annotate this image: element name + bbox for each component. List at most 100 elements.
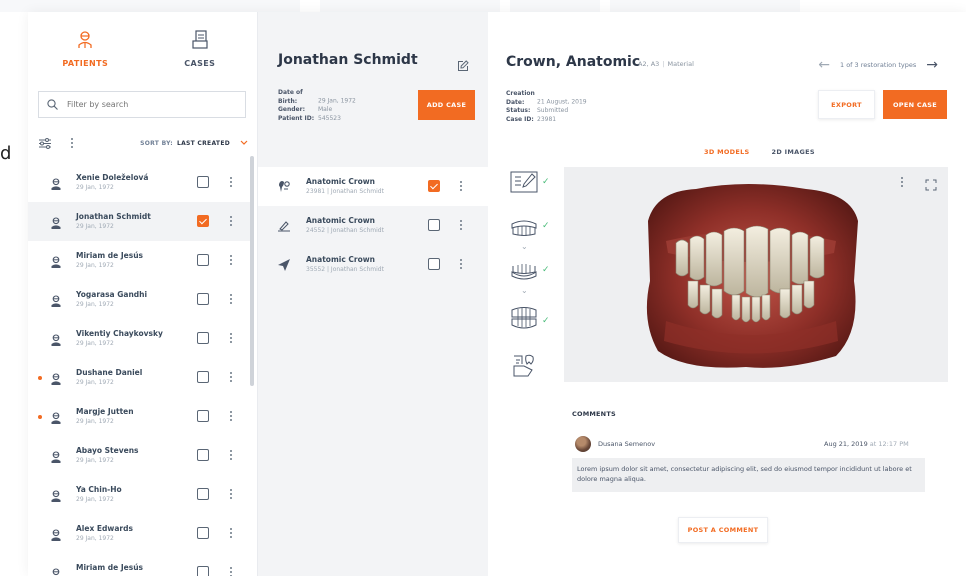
row-more-icon[interactable]	[229, 411, 232, 421]
sort-dropdown[interactable]: SORT BY: LAST CREATED	[140, 140, 248, 147]
patient-checkbox[interactable]	[197, 410, 209, 422]
patient-checkbox[interactable]	[197, 371, 209, 383]
tab-patients-label: PATIENTS	[62, 59, 109, 68]
check-icon: ✓	[542, 221, 550, 231]
patient-date: 29 Jan, 1972	[76, 496, 114, 503]
upper-jaw-icon[interactable]	[510, 220, 538, 242]
patient-checkbox[interactable]	[197, 527, 209, 539]
patient-checkbox[interactable]	[197, 293, 209, 305]
creation-date-label: Creation Date:	[506, 90, 535, 106]
patient-checkbox[interactable]	[197, 488, 209, 500]
dental-model-image	[636, 181, 866, 375]
filter-sliders-icon[interactable]	[38, 134, 52, 153]
bite-scan-icon[interactable]	[510, 306, 538, 334]
row-more-icon[interactable]	[229, 216, 232, 226]
background-strip	[0, 0, 300, 12]
gender-value: Male	[318, 106, 333, 113]
row-more-icon[interactable]	[459, 259, 462, 269]
toolbar-more-icon[interactable]	[70, 138, 73, 148]
person-icon	[50, 527, 62, 546]
person-icon	[50, 293, 62, 312]
hand-tooth-icon[interactable]	[510, 352, 538, 382]
edit-icon[interactable]	[457, 57, 469, 76]
patient-checkbox[interactable]	[197, 332, 209, 344]
patient-row[interactable]: Xenie Doleželová 29 Jan, 1972	[28, 163, 250, 202]
row-more-icon[interactable]	[459, 220, 462, 230]
row-more-icon[interactable]	[229, 450, 232, 460]
row-more-icon[interactable]	[229, 255, 232, 265]
case-row[interactable]: Anatomic Crown 35552 | Jonathan Schmidt	[258, 245, 488, 284]
tab-patients[interactable]: PATIENTS	[28, 12, 143, 86]
notification-dot	[38, 415, 42, 419]
case-detail-panel: Crown, Anatomic A2, A3 | Material ← 1 of 3…	[488, 12, 966, 576]
add-case-button[interactable]: ADD CASE	[418, 90, 475, 120]
comment-date: Aug 21, 2019 at 12:17 PM	[824, 440, 909, 448]
row-more-icon[interactable]	[229, 567, 232, 576]
patient-date: 29 Jan, 1972	[76, 184, 114, 191]
arrow-right-icon[interactable]: →	[926, 57, 938, 73]
export-button[interactable]: EXPORT	[818, 90, 875, 119]
3d-viewer[interactable]	[564, 167, 948, 382]
tab-2d-images[interactable]: 2D IMAGES	[772, 148, 815, 156]
dob-value: 29 Jan, 1972	[318, 97, 356, 105]
expand-icon[interactable]	[925, 176, 937, 195]
patient-name: Ya Chin-Ho	[76, 485, 122, 494]
case-checkbox[interactable]	[428, 258, 440, 270]
patient-row[interactable]: Abayo Stevens 29 Jan, 1972	[28, 436, 250, 475]
check-icon: ✓	[542, 265, 550, 275]
scrollbar[interactable]	[250, 156, 254, 386]
prescription-form-icon[interactable]	[510, 170, 538, 198]
patient-date: 29 Jan, 1972	[76, 223, 114, 230]
row-more-icon[interactable]	[229, 489, 232, 499]
patient-name: Miriam de Jesús	[76, 251, 144, 260]
case-subtext: 23981 | Jonathan Schmidt	[306, 188, 384, 195]
check-icon: ✓	[542, 316, 550, 326]
row-more-icon[interactable]	[229, 294, 232, 304]
arrow-left-icon[interactable]: ←	[818, 57, 830, 73]
case-row[interactable]: Anatomic Crown 24552 | Jonathan Schmidt	[258, 206, 488, 245]
case-checkbox[interactable]	[428, 180, 440, 192]
post-comment-button[interactable]: POST A COMMENT	[678, 517, 768, 543]
patient-checkbox[interactable]	[197, 176, 209, 188]
patient-date: 29 Jan, 1972	[76, 379, 114, 386]
patient-row[interactable]: Dushane Daniel 29 Jan, 1972	[28, 358, 250, 397]
patient-id-label: Patient ID:	[278, 114, 315, 122]
tab-3d-models[interactable]: 3D MODELS	[704, 148, 750, 156]
case-name: Anatomic Crown	[306, 255, 376, 264]
viewer-more-icon[interactable]	[900, 177, 903, 187]
notification-dot	[38, 376, 42, 380]
patient-row[interactable]: Margje Jutten 29 Jan, 1972	[28, 397, 250, 436]
patient-list: Xenie Doleželová 29 Jan, 1972 Jonathan S…	[28, 163, 250, 576]
row-more-icon[interactable]	[459, 181, 462, 191]
list-toolbar: SORT BY: LAST CREATED	[38, 135, 248, 151]
case-row[interactable]: Anatomic Crown 23981 | Jonathan Schmidt	[258, 167, 488, 206]
patient-date: 29 Jan, 1972	[76, 418, 114, 425]
case-checkbox[interactable]	[428, 219, 440, 231]
patient-row[interactable]: Ya Chin-Ho 29 Jan, 1972	[28, 475, 250, 514]
tab-cases[interactable]: CASES	[143, 12, 258, 86]
patient-checkbox[interactable]	[197, 254, 209, 266]
patient-row[interactable]: Vikentiy Chaykovsky 29 Jan, 1972	[28, 319, 250, 358]
gender-label: Gender:	[278, 106, 305, 113]
lower-jaw-icon[interactable]	[510, 262, 538, 284]
patient-checkbox[interactable]	[197, 566, 209, 576]
patient-row[interactable]: Alex Edwards 29 Jan, 1972	[28, 514, 250, 553]
patient-name: Alex Edwards	[76, 524, 133, 533]
patient-row[interactable]: Yogarasa Gandhi 29 Jan, 1972	[28, 280, 250, 319]
patient-date: 29 Jan, 1972	[76, 535, 114, 542]
patient-checkbox[interactable]	[197, 215, 209, 227]
background-strip	[320, 0, 500, 12]
row-more-icon[interactable]	[229, 177, 232, 187]
patient-row[interactable]: Jonathan Schmidt 29 Jan, 1972	[28, 202, 250, 241]
patient-row[interactable]: Miriam de Jesús 29 Jan, 1972	[28, 241, 250, 280]
patient-name: Jonathan Schmidt	[76, 212, 151, 221]
send-icon	[277, 257, 291, 276]
open-case-button[interactable]: OPEN CASE	[883, 90, 947, 119]
patient-row[interactable]: Miriam de Jesús	[28, 553, 250, 576]
person-icon	[50, 410, 62, 429]
search-input[interactable]	[67, 100, 227, 109]
row-more-icon[interactable]	[229, 528, 232, 538]
row-more-icon[interactable]	[229, 372, 232, 382]
patient-checkbox[interactable]	[197, 449, 209, 461]
row-more-icon[interactable]	[229, 333, 232, 343]
